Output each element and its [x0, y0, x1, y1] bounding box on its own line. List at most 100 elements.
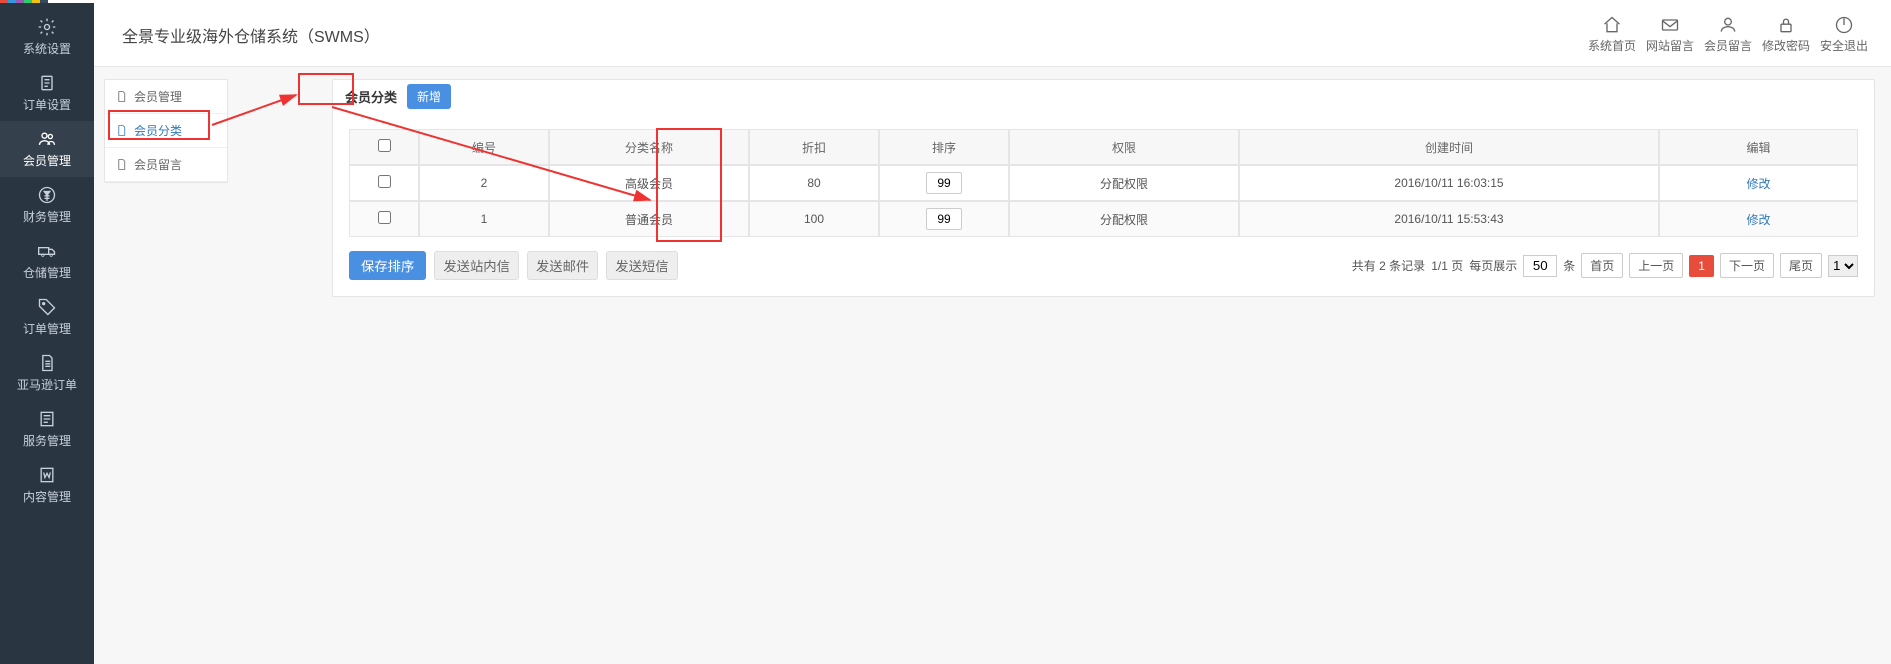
sort-input[interactable] — [926, 208, 962, 230]
pager-unit: 条 — [1563, 257, 1575, 274]
new-button[interactable]: 新增 — [407, 84, 451, 109]
file-icon — [115, 158, 128, 171]
sidenav-system[interactable]: 系统设置 — [0, 9, 94, 65]
pager-perpage-label: 每页展示 — [1469, 257, 1517, 274]
table-header-row: 编号 分类名称 折扣 排序 权限 创建时间 编辑 — [349, 129, 1858, 165]
main-panel: 会员分类 新增 编号 分类名称 折扣 排序 权限 创建时间 — [332, 79, 1875, 297]
sidenav-label: 财务管理 — [23, 208, 71, 225]
cell-perm[interactable]: 分配权限 — [1009, 165, 1239, 201]
ha-label: 网站留言 — [1646, 37, 1694, 54]
send-sms-button[interactable]: 发送短信 — [606, 251, 677, 280]
cell-id: 1 — [419, 201, 549, 237]
data-table: 编号 分类名称 折扣 排序 权限 创建时间 编辑 2高级会员80 分配权限2016… — [349, 129, 1858, 237]
file-icon — [115, 90, 128, 103]
left-sidebar: 系统设置 订单设置 会员管理 财务管理 仓储管理 订单管理 亚马逊订单 服务管理… — [0, 3, 94, 664]
sidenav-label: 系统设置 — [23, 40, 71, 57]
gear-icon — [37, 17, 57, 37]
pager-last[interactable]: 尾页 — [1780, 253, 1822, 278]
pager-first[interactable]: 首页 — [1581, 253, 1623, 278]
ha-label: 会员留言 — [1704, 37, 1752, 54]
clipboard-icon — [37, 73, 57, 93]
pager-next[interactable]: 下一页 — [1720, 253, 1774, 278]
col-date: 创建时间 — [1239, 129, 1659, 165]
header-member-msg[interactable]: 会员留言 — [1703, 15, 1753, 54]
sidenav-label: 订单管理 — [23, 320, 71, 337]
save-sort-button[interactable]: 保存排序 — [349, 251, 426, 280]
col-sort: 排序 — [879, 129, 1009, 165]
cell-time: 2016/10/11 15:53:43 — [1239, 201, 1659, 237]
col-id: 编号 — [419, 129, 549, 165]
row-check[interactable] — [378, 211, 391, 224]
sidenav-order[interactable]: 订单管理 — [0, 289, 94, 345]
header-change-pwd[interactable]: 修改密码 — [1761, 15, 1811, 54]
sidenav-order-set[interactable]: 订单设置 — [0, 65, 94, 121]
cell-discount: 80 — [749, 165, 879, 201]
ha-label: 修改密码 — [1762, 37, 1810, 54]
send-mail-button[interactable]: 发送邮件 — [527, 251, 598, 280]
sidenav-label: 仓储管理 — [23, 264, 71, 281]
power-icon — [1834, 15, 1854, 35]
edit-link[interactable]: 修改 — [1746, 177, 1770, 191]
footer-row: 保存排序 发送站内信 发送邮件 发送短信 共有 2 条记录 1/1 页 每页展示… — [349, 251, 1858, 280]
lock-icon — [1776, 15, 1796, 35]
subnav-label: 会员分类 — [134, 122, 182, 139]
table-row: 2高级会员80 分配权限2016/10/11 16:03:15 修改 — [349, 165, 1858, 201]
header-logout[interactable]: 安全退出 — [1819, 15, 1869, 54]
sidenav-label: 会员管理 — [23, 152, 71, 169]
sidenav-finance[interactable]: 财务管理 — [0, 177, 94, 233]
edit-link[interactable]: 修改 — [1746, 213, 1770, 227]
sort-input[interactable] — [926, 172, 962, 194]
header-home[interactable]: 系统首页 — [1587, 15, 1637, 54]
subnav-member-mgmt[interactable]: 会员管理 — [105, 80, 227, 114]
sidenav-label: 服务管理 — [23, 432, 71, 449]
pager-prev[interactable]: 上一页 — [1629, 253, 1683, 278]
subnav: 会员管理 会员分类 会员留言 — [104, 79, 228, 183]
ha-label: 安全退出 — [1820, 37, 1868, 54]
header-site-msg[interactable]: 网站留言 — [1645, 15, 1695, 54]
ha-label: 系统首页 — [1588, 37, 1636, 54]
col-edit: 编辑 — [1659, 129, 1858, 165]
tag-icon — [37, 297, 57, 317]
file-icon — [115, 124, 128, 137]
cell-name: 高级会员 — [549, 165, 749, 201]
home-icon — [1602, 15, 1622, 35]
pager-total: 共有 2 条记录 — [1352, 257, 1425, 274]
cell-id: 2 — [419, 165, 549, 201]
col-discount: 折扣 — [749, 129, 879, 165]
row-check[interactable] — [378, 175, 391, 188]
sidenav-label: 内容管理 — [23, 488, 71, 505]
sidenav-label: 亚马逊订单 — [17, 376, 77, 393]
cell-perm[interactable]: 分配权限 — [1009, 201, 1239, 237]
subnav-member-cat[interactable]: 会员分类 — [105, 114, 227, 148]
pager-pages: 1/1 页 — [1431, 257, 1463, 274]
sidenav-content[interactable]: 内容管理 — [0, 457, 94, 513]
sidenav-service[interactable]: 服务管理 — [0, 401, 94, 457]
pager-select[interactable]: 1 — [1828, 255, 1858, 277]
header: 全景专业级海外仓储系统（SWMS） 系统首页 网站留言 会员留言 修改密码 安全… — [94, 3, 1891, 67]
subnav-label: 会员留言 — [134, 156, 182, 173]
sidenav-warehouse[interactable]: 仓储管理 — [0, 233, 94, 289]
mail-icon — [1660, 15, 1680, 35]
send-pm-button[interactable]: 发送站内信 — [434, 251, 519, 280]
word-icon — [37, 465, 57, 485]
pager-current[interactable]: 1 — [1689, 255, 1714, 277]
per-page-input[interactable] — [1523, 255, 1557, 277]
sidenav-member[interactable]: 会员管理 — [0, 121, 94, 177]
cell-discount: 100 — [749, 201, 879, 237]
file-icon — [37, 353, 57, 373]
check-all[interactable] — [378, 139, 391, 152]
pager: 共有 2 条记录 1/1 页 每页展示 条 首页 上一页 1 下一页 尾页 1 — [1352, 253, 1858, 278]
list-icon — [37, 409, 57, 429]
cell-name: 普通会员 — [549, 201, 749, 237]
subnav-member-msg[interactable]: 会员留言 — [105, 148, 227, 182]
sidenav-amazon[interactable]: 亚马逊订单 — [0, 345, 94, 401]
subnav-label: 会员管理 — [134, 88, 182, 105]
user-icon — [1718, 15, 1738, 35]
truck-icon — [37, 241, 57, 261]
app-title: 全景专业级海外仓储系统（SWMS） — [122, 23, 380, 47]
cell-time: 2016/10/11 16:03:15 — [1239, 165, 1659, 201]
sidenav-label: 订单设置 — [23, 96, 71, 113]
table-row: 1普通会员100 分配权限2016/10/11 15:53:43 修改 — [349, 201, 1858, 237]
table-wrap: 编号 分类名称 折扣 排序 权限 创建时间 编辑 2高级会员80 分配权限2016… — [332, 113, 1875, 297]
tab-title: 会员分类 — [345, 87, 397, 106]
